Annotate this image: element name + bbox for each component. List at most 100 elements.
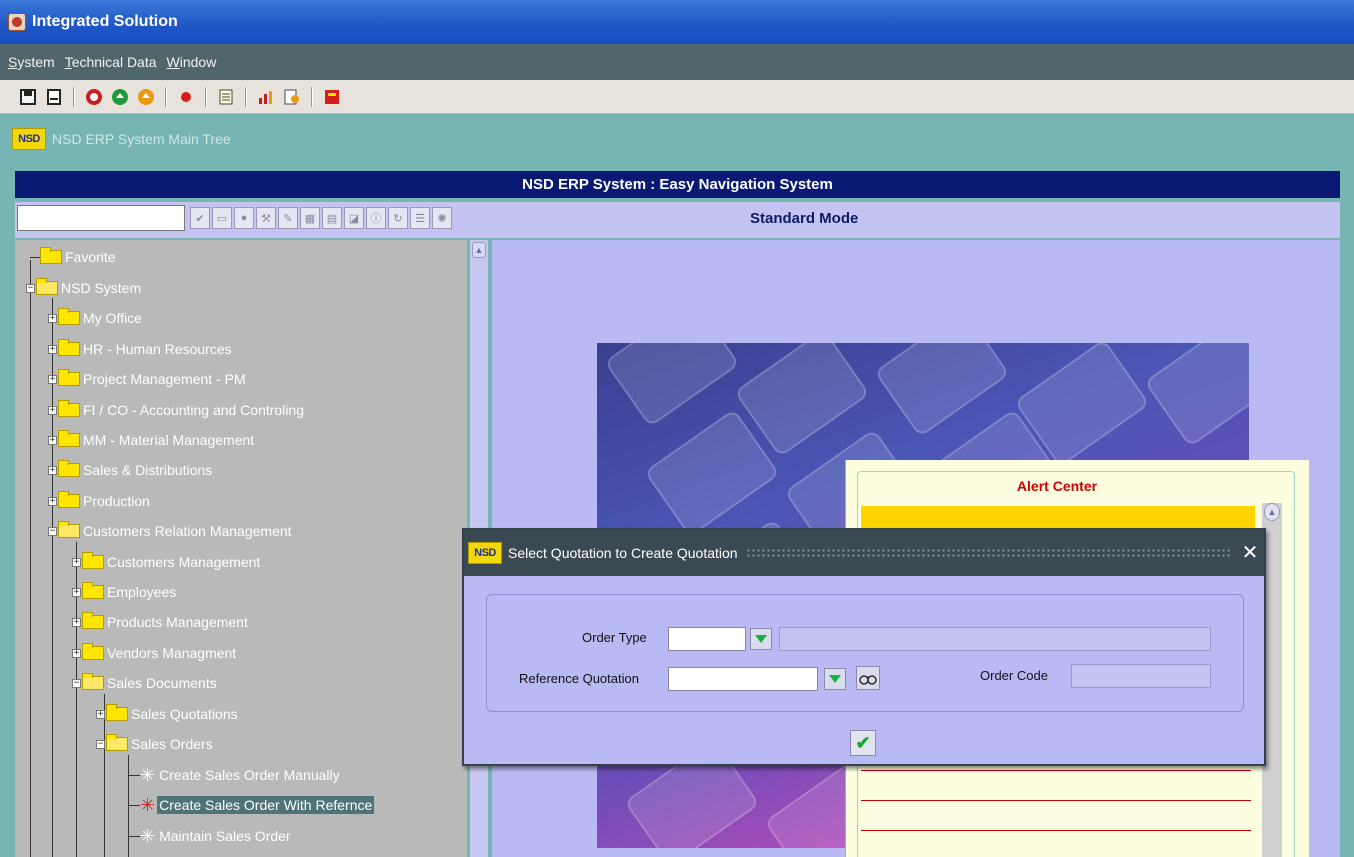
expand-icon[interactable]: + bbox=[48, 496, 57, 506]
globe-icon[interactable]: ● bbox=[234, 207, 254, 229]
refresh-icon[interactable]: ↻ bbox=[388, 207, 408, 229]
expand-icon[interactable]: + bbox=[48, 405, 57, 415]
expand-icon[interactable]: + bbox=[72, 617, 81, 627]
tree-item-label: Employees bbox=[107, 584, 177, 600]
menu-window[interactable]: Window bbox=[167, 54, 217, 70]
forward-icon[interactable] bbox=[136, 87, 156, 107]
expand-icon[interactable]: + bbox=[72, 587, 81, 597]
tree-item-products-management[interactable]: + Products Management bbox=[72, 611, 250, 633]
wizard-icon[interactable]: ✺ bbox=[432, 207, 452, 229]
tree-item-sales-distributions[interactable]: + Sales & Distributions bbox=[48, 459, 214, 481]
tree-item-employees[interactable]: + Employees bbox=[72, 581, 178, 603]
tree-item-my-office[interactable]: + My Office bbox=[48, 307, 144, 329]
title-grip bbox=[745, 548, 1232, 558]
tree-item-sales-orders[interactable]: − Sales Orders bbox=[96, 733, 215, 755]
stop-icon[interactable] bbox=[84, 87, 104, 107]
folder-icon bbox=[58, 491, 80, 508]
nsd-logo: NSD bbox=[12, 128, 46, 150]
print-icon[interactable] bbox=[44, 87, 64, 107]
collapse-icon[interactable]: − bbox=[72, 678, 81, 688]
tree-item-label: Create Sales Order Manually bbox=[159, 767, 340, 783]
tree-item-label: NSD System bbox=[61, 280, 142, 296]
alert-row-line bbox=[861, 770, 1251, 771]
open-folder-icon bbox=[58, 521, 80, 538]
expand-icon[interactable]: + bbox=[48, 313, 57, 323]
dialog-title: Select Quotation to Create Quotation bbox=[508, 545, 738, 561]
window-icon[interactable]: ▭ bbox=[212, 207, 232, 229]
folder-icon bbox=[58, 308, 80, 325]
order-type-dropdown[interactable] bbox=[750, 628, 772, 650]
mode-toolbar: ✔ ▭ ● ⚒ ✎ ▦ ▤ ◪ ⓘ ↻ ☰ ✺ bbox=[190, 207, 452, 229]
expand-icon[interactable]: + bbox=[48, 344, 57, 354]
scroll-up-icon[interactable]: ▲ bbox=[472, 242, 486, 258]
up-icon[interactable] bbox=[110, 87, 130, 107]
alert-highlight-row[interactable] bbox=[861, 506, 1255, 528]
dialog-title-bar[interactable]: NSD Select Quotation to Create Quotation… bbox=[464, 530, 1264, 576]
reference-quotation-dropdown[interactable] bbox=[824, 668, 846, 690]
wrench-icon[interactable]: ⚒ bbox=[256, 207, 276, 229]
collapse-icon[interactable]: − bbox=[96, 739, 105, 749]
tree-item-hr[interactable]: + HR - Human Resources bbox=[48, 338, 234, 360]
tree-item-sales-quotations[interactable]: + Sales Quotations bbox=[96, 703, 240, 725]
tree-item-customers-management[interactable]: + Customers Management bbox=[72, 551, 262, 573]
expand-icon[interactable]: + bbox=[48, 374, 57, 384]
exit-icon[interactable] bbox=[322, 87, 342, 107]
order-type-input[interactable] bbox=[668, 627, 746, 651]
expand-icon[interactable]: + bbox=[96, 709, 105, 719]
tree-item-maintain-sales-order[interactable]: ✳ Maintain Sales Order bbox=[140, 825, 293, 847]
tree-item-label: Maintain Sales Order bbox=[159, 828, 291, 844]
tree-item-fi-co[interactable]: + FI / CO - Accounting and Controling bbox=[48, 399, 306, 421]
folder-icon bbox=[82, 582, 104, 599]
tree-item-sales-documents[interactable]: − Sales Documents bbox=[72, 672, 219, 694]
app-icon bbox=[8, 13, 26, 31]
open-folder-icon bbox=[82, 673, 104, 690]
binoculars-icon[interactable] bbox=[856, 666, 880, 690]
tree-item-label: Sales Quotations bbox=[131, 706, 238, 722]
tree-item-create-sales-order-with-reference[interactable]: ✳ Create Sales Order With Refernce bbox=[140, 794, 375, 816]
expand-icon[interactable]: + bbox=[72, 557, 81, 567]
tree-item-production[interactable]: + Production bbox=[48, 490, 152, 512]
record-icon[interactable] bbox=[176, 87, 196, 107]
folder-icon bbox=[40, 247, 62, 264]
menu-technical-data[interactable]: Technical Data bbox=[65, 54, 157, 70]
menu-system[interactable]: System bbox=[8, 54, 55, 70]
expand-icon[interactable]: + bbox=[72, 648, 81, 658]
navigation-search-input[interactable] bbox=[17, 205, 185, 231]
reference-quotation-input[interactable] bbox=[668, 667, 818, 691]
folder-icon bbox=[58, 369, 80, 386]
list-view-icon[interactable]: ☰ bbox=[410, 207, 430, 229]
scroll-up-icon[interactable]: ▲ bbox=[1264, 503, 1280, 521]
window-title: Integrated Solution bbox=[32, 13, 178, 30]
tree-item-mm[interactable]: + MM - Material Management bbox=[48, 429, 256, 451]
close-icon[interactable]: ✕ bbox=[1240, 543, 1260, 563]
image-icon[interactable]: ◪ bbox=[344, 207, 364, 229]
form-icon[interactable]: ▤ bbox=[322, 207, 342, 229]
nsd-logo: NSD bbox=[468, 542, 502, 564]
navigation-tree: Favorite − NSD System + My Office + HR -… bbox=[15, 240, 467, 857]
tree-item-crm[interactable]: − Customers Relation Management bbox=[48, 520, 294, 542]
pencil-icon[interactable]: ✎ bbox=[278, 207, 298, 229]
folder-icon bbox=[82, 643, 104, 660]
window-title-bar: Integrated Solution bbox=[0, 0, 1354, 44]
grid-icon[interactable]: ▦ bbox=[300, 207, 320, 229]
tree-item-label: My Office bbox=[83, 310, 142, 326]
tree-item-create-sales-order-manually[interactable]: ✳ Create Sales Order Manually bbox=[140, 764, 342, 786]
tree-item-favorite[interactable]: Favorite bbox=[40, 246, 118, 268]
expand-icon[interactable]: + bbox=[48, 465, 57, 475]
tree-item-nsd-system[interactable]: − NSD System bbox=[26, 277, 143, 299]
collapse-icon[interactable]: − bbox=[48, 526, 57, 536]
tree-item-label: HR - Human Resources bbox=[83, 341, 232, 357]
tree-item-vendors-managment[interactable]: + Vendors Managment bbox=[72, 642, 238, 664]
save-icon[interactable] bbox=[18, 87, 38, 107]
tree-item-project-management[interactable]: + Project Management - PM bbox=[48, 368, 248, 390]
info-icon[interactable]: ⓘ bbox=[366, 207, 386, 229]
chart-icon[interactable] bbox=[256, 87, 276, 107]
order-type-description-field bbox=[779, 627, 1211, 651]
collapse-icon[interactable]: − bbox=[26, 283, 35, 293]
confirm-button[interactable]: ✔ bbox=[850, 730, 876, 756]
check-icon[interactable]: ✔ bbox=[190, 207, 210, 229]
expand-icon[interactable]: + bbox=[48, 435, 57, 445]
document-user-icon[interactable] bbox=[282, 87, 302, 107]
list-icon[interactable] bbox=[216, 87, 236, 107]
alert-row-line bbox=[861, 800, 1251, 801]
